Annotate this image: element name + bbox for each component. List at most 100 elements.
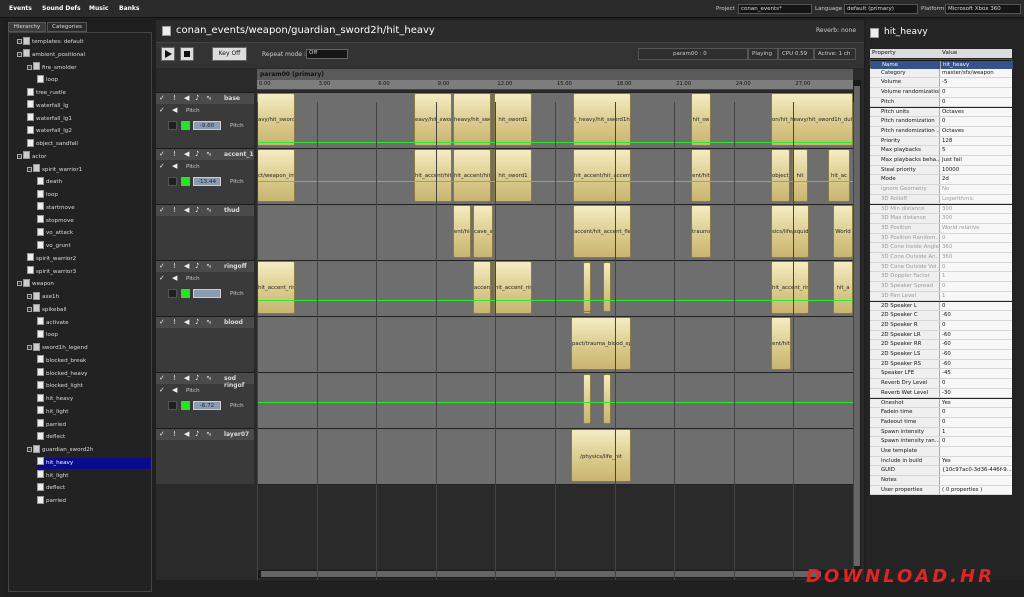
sound-block[interactable]: hit_accent_rin bbox=[771, 261, 809, 314]
envelope-icon[interactable]: ∿ bbox=[206, 262, 212, 270]
property-value[interactable]: master/sfx/weapon bbox=[940, 68, 1012, 78]
property-row[interactable]: Pitch units Octaves bbox=[870, 107, 1012, 118]
effect-value[interactable]: -6.72 bbox=[193, 401, 221, 410]
property-value[interactable]: World relative bbox=[940, 223, 1012, 233]
speaker-icon[interactable]: ◀ bbox=[184, 374, 189, 382]
tree-item[interactable]: − templates: default bbox=[17, 36, 151, 48]
tree-item[interactable]: hit_light bbox=[37, 470, 151, 482]
sound-block[interactable]: accent bbox=[473, 261, 491, 314]
speaker-icon[interactable]: ◀ bbox=[184, 262, 189, 270]
tree-item[interactable]: loop bbox=[37, 189, 151, 201]
property-row[interactable]: 3D Doppler Factor 1 bbox=[870, 272, 1012, 283]
property-value[interactable]: 0 bbox=[940, 408, 1012, 417]
tree-item[interactable]: vo_attack bbox=[37, 227, 151, 239]
check-icon[interactable]: ✓ bbox=[159, 206, 165, 214]
property-value[interactable]: 360 bbox=[940, 243, 1012, 252]
property-row[interactable]: 3D Rolloff Logarithmic bbox=[870, 194, 1012, 205]
property-value[interactable]: 0 bbox=[940, 233, 1012, 243]
tree-item[interactable]: − axe1h bbox=[27, 291, 151, 303]
sound-block[interactable]: cave_a bbox=[473, 205, 493, 258]
envelope-icon[interactable]: ∿ bbox=[206, 430, 212, 438]
effect-bypass-toggle[interactable] bbox=[168, 121, 177, 130]
sound-block[interactable]: /physics/life_hit bbox=[571, 429, 631, 482]
tab-hierarchy[interactable]: Hierarchy bbox=[8, 22, 46, 32]
sound-block[interactable]: pact/trauma_blood_spl bbox=[571, 317, 631, 370]
tree-item[interactable]: spirit_warrior3 bbox=[27, 266, 151, 278]
menu-music[interactable]: Music bbox=[89, 5, 108, 12]
tree-item[interactable]: deflect bbox=[37, 431, 151, 443]
exclaim-icon[interactable]: ! bbox=[173, 206, 176, 214]
property-row[interactable]: Mode 2d bbox=[870, 175, 1012, 186]
sound-block[interactable]: hit_sw bbox=[691, 93, 711, 146]
property-row[interactable]: Priority 128 bbox=[870, 136, 1012, 147]
effect-enable-indicator[interactable] bbox=[181, 289, 190, 298]
note-icon[interactable]: ♪ bbox=[195, 206, 199, 214]
expand-icon[interactable]: − bbox=[27, 306, 32, 312]
sound-block[interactable]: avy/hit_sword bbox=[257, 93, 295, 146]
check-icon[interactable]: ✓ bbox=[159, 318, 165, 326]
note-icon[interactable]: ♪ bbox=[195, 94, 199, 102]
property-value[interactable]: Just fail bbox=[940, 156, 1012, 165]
tree-item[interactable]: − fire_smolder bbox=[27, 62, 151, 74]
speaker-icon[interactable]: ◀ bbox=[184, 206, 189, 214]
speaker-icon[interactable]: ◀ bbox=[172, 386, 177, 394]
exclaim-icon[interactable]: ! bbox=[173, 430, 176, 438]
tree-item[interactable]: − guardian_sword2h bbox=[27, 444, 151, 456]
property-value[interactable]: -60 bbox=[940, 330, 1012, 340]
property-value[interactable]: -60 bbox=[940, 350, 1012, 359]
menu-sound-defs[interactable]: Sound Defs bbox=[42, 5, 81, 12]
sound-block[interactable]: hit_a bbox=[833, 261, 853, 314]
sound-block[interactable]: ent/hit bbox=[453, 205, 471, 258]
property-value[interactable]: -30 bbox=[940, 388, 1012, 398]
property-value[interactable]: 0 bbox=[940, 379, 1012, 388]
effect-bypass-toggle[interactable] bbox=[168, 289, 177, 298]
tree-item[interactable]: waterfall_lg bbox=[27, 100, 151, 112]
property-row[interactable]: 3D Cone Outside Vol... 0 bbox=[870, 262, 1012, 273]
tree-item[interactable]: parried bbox=[37, 495, 151, 507]
property-value[interactable]: Yes bbox=[940, 456, 1012, 466]
tree-item[interactable]: waterfall_lg2 bbox=[27, 125, 151, 137]
tree-item[interactable]: tree_rustle bbox=[27, 87, 151, 99]
property-value[interactable]: Logarithmic bbox=[940, 194, 1012, 204]
property-value[interactable]: ( 0 properties ) bbox=[940, 485, 1012, 495]
sound-block[interactable]: hit_accent_rin bbox=[257, 261, 295, 314]
property-value[interactable]: hit_heavy bbox=[941, 61, 1013, 69]
envelope-icon[interactable]: ∿ bbox=[206, 206, 212, 214]
property-value[interactable]: 10000 bbox=[940, 165, 1012, 175]
effect-value[interactable]: -13.44 bbox=[193, 177, 221, 186]
check-icon[interactable]: ✓ bbox=[159, 386, 165, 394]
property-row[interactable]: 3D Min distance 300 bbox=[870, 204, 1012, 215]
property-value[interactable]: -60 bbox=[940, 340, 1012, 349]
project-select[interactable]: conan_events* bbox=[738, 4, 812, 14]
property-value[interactable]: 1 bbox=[940, 291, 1012, 301]
sound-block[interactable] bbox=[583, 374, 591, 424]
property-value[interactable]: -45 bbox=[940, 369, 1012, 379]
platform-select[interactable]: Microsoft Xbox 360 bbox=[945, 4, 1021, 14]
tree-item[interactable]: blocked_light bbox=[37, 380, 151, 392]
property-row[interactable]: Volume randomization 0 bbox=[870, 88, 1012, 98]
property-row[interactable]: Fadeout time 0 bbox=[870, 417, 1012, 428]
property-row[interactable]: 3D Position World relative bbox=[870, 223, 1012, 234]
check-icon[interactable]: ✓ bbox=[159, 150, 165, 158]
note-icon[interactable]: ♪ bbox=[195, 374, 199, 382]
exclaim-icon[interactable]: ! bbox=[173, 262, 176, 270]
speaker-icon[interactable]: ◀ bbox=[172, 274, 177, 282]
property-row[interactable]: Max playbacks 5 bbox=[870, 146, 1012, 156]
expand-icon[interactable]: − bbox=[27, 447, 32, 452]
property-row[interactable]: Reverb Wet Level -30 bbox=[870, 388, 1012, 399]
speaker-icon[interactable]: ◀ bbox=[184, 150, 189, 158]
property-row[interactable]: Fadein time 0 bbox=[870, 408, 1012, 418]
exclaim-icon[interactable]: ! bbox=[173, 374, 176, 382]
property-row[interactable]: Speaker LFE -45 bbox=[870, 369, 1012, 380]
note-icon[interactable]: ♪ bbox=[195, 262, 199, 270]
tree-item[interactable]: − spikeball bbox=[27, 304, 151, 316]
sound-block[interactable]: on/hit_heavy/hit_sword1h_dull bbox=[771, 93, 853, 146]
sound-block[interactable]: hit_accent/hit_ac bbox=[453, 149, 491, 202]
sound-block[interactable]: sics/life/squid bbox=[771, 205, 809, 258]
envelope-icon[interactable]: ∿ bbox=[206, 374, 212, 382]
property-row[interactable]: Oneshot Yes bbox=[870, 398, 1012, 409]
tree-item[interactable]: vo_grunt bbox=[37, 240, 151, 252]
tree-item[interactable]: − spirit_warrior1 bbox=[27, 164, 151, 176]
menu-events[interactable]: Events bbox=[9, 5, 32, 12]
sound-block[interactable]: hit_sword1 bbox=[494, 93, 532, 146]
